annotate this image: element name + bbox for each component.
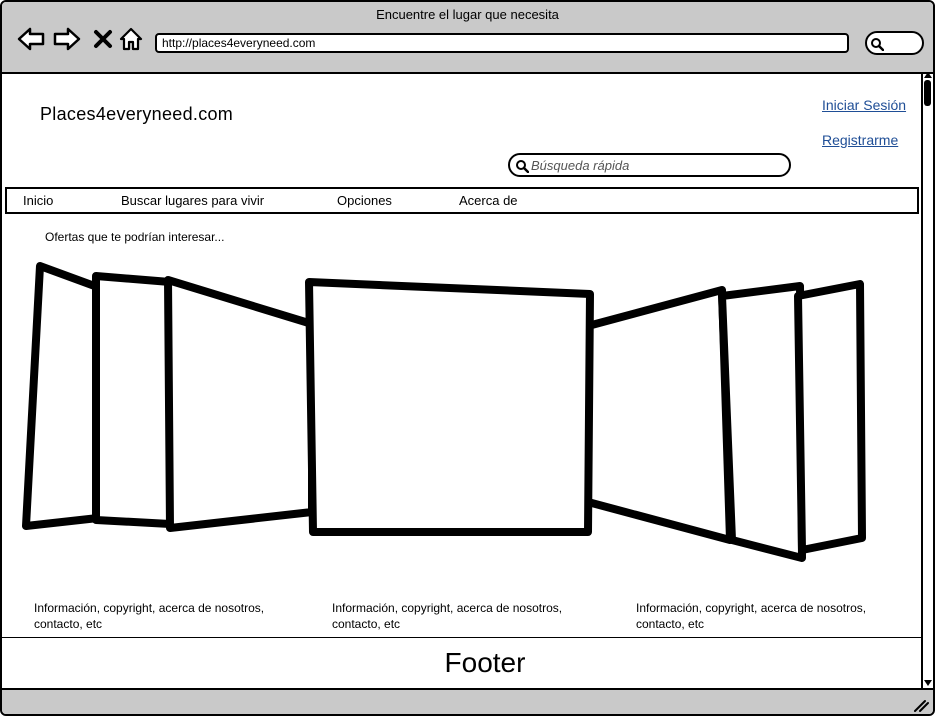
register-link[interactable]: Registrarme — [822, 132, 898, 148]
quick-search-input[interactable] — [531, 157, 781, 173]
carousel-slide-center — [305, 278, 594, 536]
menu-item-buscar[interactable]: Buscar lugares para vivir — [121, 193, 264, 208]
image-carousel[interactable] — [20, 258, 870, 568]
address-bar[interactable]: http://places4everyneed.com — [155, 33, 849, 53]
resize-grip-icon[interactable] — [913, 698, 929, 712]
back-arrow-icon[interactable] — [16, 24, 46, 54]
vertical-scrollbar[interactable] — [921, 72, 933, 688]
search-icon — [516, 160, 529, 173]
browser-search-field[interactable] — [865, 31, 924, 55]
carousel-slide-left-2 — [92, 272, 174, 528]
footer-info-column-2: Información, copyright, acerca de nosotr… — [332, 601, 563, 631]
main-menu: Inicio Buscar lugares para vivir Opcione… — [5, 187, 919, 214]
scrollbar-thumb[interactable] — [924, 80, 931, 106]
page-content: Places4everyneed.com Iniciar Sesión Regi… — [2, 74, 921, 688]
carousel-slide-right-3 — [794, 280, 866, 554]
menu-item-inicio[interactable]: Inicio — [23, 193, 53, 208]
quick-search[interactable] — [508, 153, 791, 177]
search-icon — [871, 38, 884, 51]
carousel-slide-left-1 — [164, 276, 316, 532]
home-icon[interactable] — [116, 24, 146, 54]
carousel-slide-left-3 — [22, 262, 104, 530]
menu-item-acerca[interactable]: Acerca de — [459, 193, 518, 208]
carousel-slide-right-1 — [584, 286, 734, 544]
offers-heading: Ofertas que te podrían interesar... — [45, 230, 225, 244]
window-title: Encuentre el lugar que necesita — [376, 7, 559, 22]
scroll-down-arrow-icon[interactable] — [924, 680, 932, 686]
menu-item-opciones[interactable]: Opciones — [337, 193, 392, 208]
footer-info-column-1: Información, copyright, acerca de nosotr… — [34, 601, 265, 631]
browser-window: Encuentre el lugar que necesita http://p… — [0, 0, 935, 716]
stop-icon[interactable] — [88, 24, 118, 54]
footer-title: Footer — [444, 647, 526, 678]
site-logo[interactable]: Places4everyneed.com — [40, 104, 233, 125]
footer-divider — [2, 637, 921, 638]
forward-arrow-icon[interactable] — [52, 24, 82, 54]
address-bar-url: http://places4everyneed.com — [162, 36, 316, 50]
scroll-up-arrow-icon[interactable] — [924, 72, 932, 78]
browser-statusbar — [2, 688, 933, 714]
login-link[interactable]: Iniciar Sesión — [822, 97, 906, 113]
footer-info-column-3: Información, copyright, acerca de nosotr… — [636, 601, 867, 631]
browser-titlebar: Encuentre el lugar que necesita http://p… — [2, 2, 933, 74]
carousel-slide-right-2 — [718, 282, 806, 562]
